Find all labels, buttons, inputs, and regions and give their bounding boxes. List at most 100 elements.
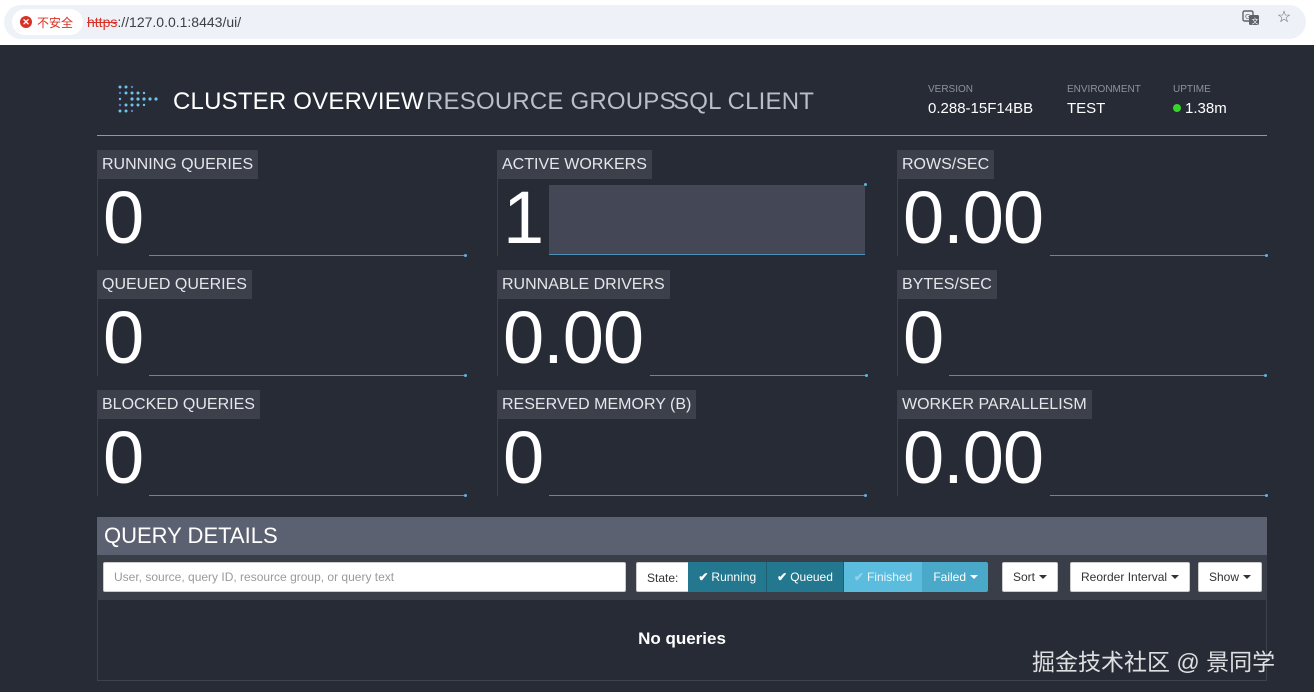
environment-label: ENVIRONMENT <box>1067 84 1141 95</box>
sparkline <box>149 426 467 497</box>
tile-label: RESERVED MEMORY (B) <box>497 390 697 419</box>
sort-label: Sort <box>1013 570 1036 584</box>
sparkline <box>149 306 467 377</box>
show-label: Show <box>1209 570 1240 584</box>
state-label: State: <box>636 562 689 592</box>
tile-value: 1 <box>503 176 544 259</box>
tile-label: BLOCKED QUERIES <box>97 390 260 419</box>
url-field[interactable]: ✕ 不安全 https://127.0.0.1:8443/ui/ <box>4 5 1306 39</box>
tile-value: 0 <box>903 296 944 379</box>
state-running-button[interactable]: ✔ Running <box>688 562 768 592</box>
version-value: 0.288-15F14BB <box>928 100 1034 117</box>
url-rest: ://127.0.0.1:8443/ui/ <box>117 14 242 30</box>
sparkline <box>1050 426 1268 497</box>
state-finished-button[interactable]: ✔ Finished <box>843 562 924 592</box>
caret-down-icon <box>1171 575 1180 579</box>
sparkline-point <box>1264 374 1267 377</box>
watermark: 掘金技术社区 @ 景同学 <box>1032 649 1276 675</box>
tile-value: 0 <box>503 416 544 499</box>
tile-value: 0.00 <box>903 176 1044 259</box>
bookmark-star-icon[interactable]: ☆ <box>1274 8 1294 28</box>
reorder-label: Reorder Interval <box>1081 570 1168 584</box>
translate-icon[interactable]: 文G <box>1241 8 1261 28</box>
sparkline-point <box>1265 254 1268 257</box>
sparkline-point <box>464 374 467 377</box>
tile-value: 0.00 <box>903 416 1044 499</box>
url-protocol: https <box>87 14 118 30</box>
tile-label: QUEUED QUERIES <box>97 270 252 299</box>
sparkline-point <box>864 494 867 497</box>
state-queued-button[interactable]: ✔ Queued <box>767 562 844 592</box>
tile-frame <box>97 419 98 496</box>
sparkline-point <box>1265 494 1268 497</box>
caret-down-icon <box>970 575 978 579</box>
sparkline-point <box>464 254 467 257</box>
sparkline-point <box>864 183 867 186</box>
url-text[interactable]: https://127.0.0.1:8443/ui/ <box>87 5 241 39</box>
tile-frame <box>97 299 98 376</box>
query-details-toolbar: State: ✔Running ✔Queued ✔Finished Failed… <box>97 555 1267 600</box>
tile-value: 0 <box>103 416 144 499</box>
check-icon: ✔ <box>698 570 709 584</box>
tile-label: RUNNABLE DRIVERS <box>497 270 670 299</box>
sort-dropdown[interactable]: Sort <box>1002 562 1059 592</box>
query-details-header: QUERY DETAILS <box>97 517 1267 555</box>
tile-label: RUNNING QUERIES <box>97 150 259 179</box>
nav-sql-client[interactable]: SQL CLIENT <box>673 88 814 116</box>
state-finished-label: Finished <box>866 570 913 584</box>
nav-cluster-overview[interactable]: CLUSTER OVERVIEW <box>173 88 424 116</box>
check-icon: ✔ <box>853 570 864 584</box>
show-dropdown[interactable]: Show <box>1198 562 1263 592</box>
tile-blocked-queries: BLOCKED QUERIES 0 <box>97 390 467 499</box>
tile-worker-parallelism: WORKER PARALLELISM 0.00 <box>897 390 1268 499</box>
security-label: 不安全 <box>37 15 74 30</box>
sparkline <box>949 306 1267 377</box>
reorder-interval-dropdown[interactable]: Reorder Interval <box>1070 562 1191 592</box>
uptime-value: 1.38m <box>1173 100 1227 117</box>
sparkline-point <box>464 494 467 497</box>
tile-frame <box>897 299 898 376</box>
tile-runnable-drivers: RUNNABLE DRIVERS 0.00 <box>497 270 868 377</box>
tile-frame <box>497 179 498 256</box>
browser-address-bar: ✕ 不安全 https://127.0.0.1:8443/ui/ 文G ☆ <box>0 0 1314 45</box>
tile-label: WORKER PARALLELISM <box>897 390 1092 419</box>
query-details-title: QUERY DETAILS <box>104 523 278 548</box>
presto-logo-icon[interactable] <box>117 84 159 118</box>
tile-active-workers: ACTIVE WORKERS 1 <box>497 150 867 256</box>
tile-frame <box>897 179 898 256</box>
svg-text:G: G <box>1245 13 1250 21</box>
sparkline <box>1050 186 1268 257</box>
tile-bytes-sec: BYTES/SEC 0 <box>897 270 1267 379</box>
uptime-text: 1.38m <box>1185 100 1227 117</box>
state-filter-group: State: ✔ Running ✔ Queued ✔ Finished Failed <box>636 562 988 592</box>
uptime-status-icon <box>1173 104 1181 112</box>
tile-rows-sec: ROWS/SEC 0.00 <box>897 150 1268 259</box>
tile-frame <box>497 419 498 496</box>
tile-value: 0 <box>103 176 144 259</box>
uptime-label: UPTIME <box>1173 84 1211 95</box>
version-label: VERSION <box>928 84 974 95</box>
sparkline-bar <box>549 183 867 255</box>
not-secure-icon: ✕ <box>20 16 32 28</box>
tile-reserved-memory: RESERVED MEMORY (B) 0 <box>497 390 867 499</box>
tile-value: 0 <box>103 296 144 379</box>
sparkline <box>149 186 467 257</box>
tile-label: ACTIVE WORKERS <box>497 150 652 179</box>
nav-resource-groups[interactable]: RESOURCE GROUPS <box>426 88 676 116</box>
caret-down-icon <box>1243 575 1252 579</box>
sparkline <box>650 306 868 377</box>
tile-frame <box>497 299 498 376</box>
environment-value: TEST <box>1067 100 1106 117</box>
state-running-label: Running <box>711 570 757 584</box>
tile-running-queries: RUNNING QUERIES 0 <box>97 150 467 259</box>
security-indicator[interactable]: ✕ 不安全 <box>12 9 84 35</box>
state-failed-dropdown[interactable]: Failed <box>923 562 988 592</box>
tile-frame <box>897 419 898 496</box>
check-icon: ✔ <box>777 570 788 584</box>
caret-down-icon <box>1039 575 1048 579</box>
tile-frame <box>97 179 98 256</box>
query-search-input[interactable] <box>103 562 626 592</box>
header-divider <box>97 135 1267 136</box>
state-failed-label: Failed <box>933 570 966 584</box>
sparkline <box>549 426 867 497</box>
